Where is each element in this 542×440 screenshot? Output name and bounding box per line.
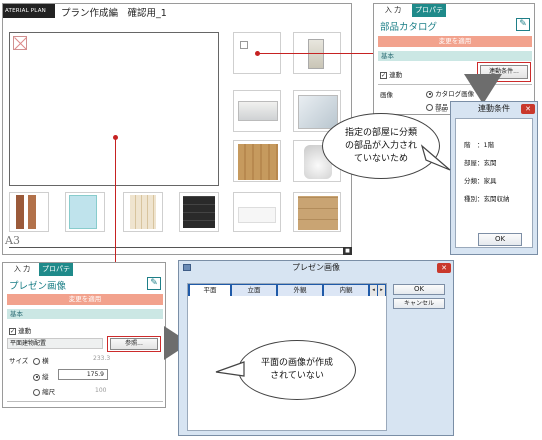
link-condition-dialog: 連動条件 ✕ 階 ：1階 部屋：玄関 分類：家具 種別：玄関収納 OK <box>450 101 538 255</box>
condition-type: 種別：玄関収納 <box>464 195 510 203</box>
tab-exterior[interactable]: 外観 <box>278 285 322 296</box>
sheet-title: プラン作成編 確認用_1 <box>61 8 167 19</box>
tab-property[interactable]: プロパティ <box>412 4 446 27</box>
sheet-bottom-rule <box>9 247 351 248</box>
width-label: 横 <box>42 357 49 365</box>
catalog-thumb-12[interactable] <box>293 192 341 232</box>
cabinet-image <box>308 39 324 69</box>
radio-width[interactable] <box>33 357 40 365</box>
catalog-property-panel: 入 力 プロパティ 部品カタログ ✎ 変更を適用 基本 ✓ 連動 連動条件...… <box>373 3 535 115</box>
edit-icon[interactable]: ✎ <box>516 18 530 31</box>
cancel-button[interactable]: キャンセル <box>393 298 445 309</box>
plan-field: 平面建物配置 <box>7 338 103 349</box>
kitchen-image <box>238 101 278 121</box>
section-header-basic: 基本 <box>7 309 163 319</box>
ok-button[interactable]: OK <box>393 284 445 295</box>
link-row: ✓ 連動 <box>380 69 402 79</box>
dialog-body: 階 ：1階 部屋：玄関 分類：家具 種別：玄関収納 OK <box>455 118 533 248</box>
close-icon[interactable]: ✕ <box>437 263 451 273</box>
paper-size-label: A3 <box>5 234 20 247</box>
tab-elevation[interactable]: 立面 <box>232 285 276 296</box>
divider <box>7 401 163 402</box>
width-value: 233.3 <box>93 355 111 362</box>
callout-text-2: 平面の画像が作成 されていない <box>260 358 333 381</box>
size-label: サイズ <box>9 357 29 365</box>
height-row: 縦 <box>33 371 49 381</box>
radio-parts-image[interactable] <box>426 103 433 111</box>
tab-plan[interactable]: 平面 <box>190 285 230 296</box>
layout-sheet: ATERIAL PLAN プラン作成編 確認用_1 A3 ■ <box>2 3 352 255</box>
glass-door-image <box>69 195 97 229</box>
dialog-title: プレゼン画像 <box>292 263 340 272</box>
catalog-thumb-5[interactable] <box>233 140 281 182</box>
radio-height[interactable] <box>33 373 40 381</box>
door-image-1 <box>16 195 24 229</box>
section-header-basic: 基本 <box>378 51 532 61</box>
link-checkbox[interactable]: ✓ <box>380 71 387 79</box>
catalog-thumb-3[interactable] <box>233 90 281 132</box>
sliding-door-image <box>130 195 156 229</box>
white-panel-image <box>238 207 276 223</box>
image-label: 画像 <box>380 91 393 99</box>
dark-tile-image <box>183 196 215 228</box>
height-input-value: 175.9 <box>86 371 104 378</box>
missing-image-icon <box>13 36 27 50</box>
catalog-thumb-8[interactable] <box>65 192 105 232</box>
panel-title: 部品カタログ <box>380 22 438 33</box>
tab-input[interactable]: 入 力 <box>5 263 39 276</box>
tab-scroll-right[interactable]: ▸ <box>378 285 385 296</box>
radio-scale[interactable] <box>33 388 40 396</box>
height-input[interactable]: 175.9 <box>58 369 108 380</box>
catalog-thumb-9[interactable] <box>123 192 163 232</box>
ok-button[interactable]: OK <box>478 233 522 246</box>
presentation-image-frame[interactable] <box>9 32 219 186</box>
callout-tail-1 <box>420 144 451 171</box>
condition-category: 分類：家具 <box>464 177 497 185</box>
connector-line <box>258 53 378 54</box>
catalog-thumb-11[interactable] <box>233 192 281 232</box>
apply-changes-button[interactable]: 変更を適用 <box>7 294 163 305</box>
radio-catalog-image[interactable] <box>426 90 433 98</box>
catalog-thumb-7[interactable] <box>9 192 49 232</box>
link-label: 連動 <box>18 327 32 335</box>
bathroom-image <box>298 95 338 129</box>
condition-floor: 階 ：1階 <box>464 141 495 149</box>
callout-text-1: 指定の部屋に分類 の部品が入力され ていないため <box>344 127 417 164</box>
wood-tile-image <box>298 196 338 230</box>
scale-value: 100 <box>95 387 107 394</box>
plan-field-value: 平面建物配置 <box>10 340 47 347</box>
callout-bubble-2: 平面の画像が作成 されていない <box>238 340 356 400</box>
present-property-panel: 入 力 プロパティ プレゼン画像 ✎ 変更を適用 基本 ✓ 連動 平面建物配置 … <box>2 262 166 408</box>
browse-button[interactable]: 参照... <box>110 338 158 350</box>
tab-interior[interactable]: 内観 <box>324 285 368 296</box>
height-label: 縦 <box>42 373 49 381</box>
connector-line <box>115 137 116 265</box>
wood-floor-image <box>238 144 278 180</box>
edit-icon[interactable]: ✎ <box>147 277 161 290</box>
pointer-arrow <box>464 74 502 104</box>
thumb-image-placeholder <box>240 41 248 49</box>
door-image-2 <box>28 195 36 229</box>
radio-parts-sublabel: DPSD <box>436 108 448 113</box>
width-row: 横 <box>33 355 49 365</box>
link-row: ✓ 連動 <box>9 325 31 335</box>
page-marker: ■ <box>343 247 352 255</box>
link-checkbox[interactable]: ✓ <box>9 327 16 335</box>
close-icon[interactable]: ✕ <box>521 104 535 114</box>
condition-room: 部屋：玄関 <box>464 159 497 167</box>
tab-input[interactable]: 入 力 <box>376 4 410 17</box>
tab-scroll-left[interactable]: ◂ <box>370 285 377 296</box>
panel-title: プレゼン画像 <box>9 281 67 292</box>
tab-property[interactable]: プロパティ <box>39 263 73 286</box>
callout-tail-2 <box>215 361 245 377</box>
scale-label: 縮尺 <box>42 388 56 396</box>
catalog-thumb-10[interactable] <box>179 192 219 232</box>
divider <box>378 84 532 85</box>
sheet-header-tab: ATERIAL PLAN <box>3 4 55 18</box>
apply-changes-button[interactable]: 変更を適用 <box>378 36 532 47</box>
scale-row: 縮尺 <box>33 386 55 396</box>
link-label: 連動 <box>389 71 403 79</box>
